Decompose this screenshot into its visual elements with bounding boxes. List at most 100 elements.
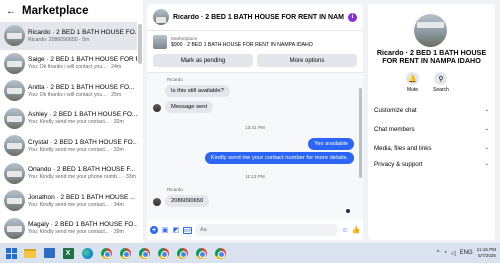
emoji-icon[interactable]: ☺	[341, 226, 349, 234]
menu-item-label: Privacy & support	[374, 160, 423, 168]
conversation-item[interactable]: Ashley · 2 BED 1 BATH HOUSE FO... You: K…	[0, 105, 137, 133]
mark-pending-button[interactable]: Mark as pending	[153, 54, 253, 67]
message-bubble-incoming: Is this still available?	[165, 85, 230, 97]
conversation-sidebar: ← Marketplace Ricardo · 2 BED 1 BATH HOU…	[0, 0, 143, 243]
conversation-item[interactable]: Orlando · 2 BED 1 BATH HOUSE F... You: K…	[0, 160, 137, 188]
message-bubble-outgoing: Kindly send me your contact number for m…	[204, 152, 354, 164]
conversation-item[interactable]: Jonathon · 2 BED 1 BATH HOUSE ... You: K…	[0, 187, 137, 215]
message-bubble-outgoing: Yes available	[308, 138, 354, 150]
start-button[interactable]	[3, 245, 19, 261]
chevron-down-icon: ⌄	[484, 161, 489, 167]
mute-label: Mute	[406, 87, 419, 93]
chrome-icon	[195, 247, 207, 259]
customize-chat-item[interactable]: Customize chat ⌄	[374, 103, 489, 117]
volume-icon[interactable]: ◁	[451, 250, 456, 257]
privacy-support-item[interactable]: Privacy & support ⌄	[374, 157, 489, 171]
system-tray: ^ ◔ ◁ ENG 11:16 PM 5/7/2025	[437, 243, 496, 263]
chevron-down-icon: ⌄	[484, 107, 489, 113]
excel-icon: X	[62, 247, 74, 259]
profile-title: Ricardo · 2 BED 1 BATH HOUSE FOR RENT IN…	[376, 48, 487, 65]
search-action[interactable]: ⚲ Search	[433, 72, 449, 93]
chrome-icon	[214, 247, 226, 259]
avatar	[4, 135, 25, 157]
taskbar-edge[interactable]	[79, 245, 95, 261]
chat-members-item[interactable]: Chat members ⌄	[374, 122, 489, 136]
message-thread: Ricardo Is this still available? Message…	[147, 72, 363, 220]
conversation-item[interactable]: Saige · 2 BED 1 BATH HOUSE FOR R... You:…	[0, 50, 137, 78]
listing-thumbnail[interactable]	[153, 35, 167, 49]
listing-card: Marketplace $900 · 2 BED 1 BATH HOUSE FO…	[147, 31, 363, 67]
taskbar-chrome[interactable]	[117, 245, 133, 261]
conversation-item[interactable]: Crystal · 2 BED 1 BATH HOUSE FO... You: …	[0, 132, 137, 160]
timestamp: 11:13 PM	[245, 174, 265, 179]
search-icon[interactable]: ⚲	[434, 72, 448, 85]
conversation-item[interactable]: Ricardo · 2 BED 1 BATH HOUSE FO... Ricar…	[0, 22, 137, 50]
avatar	[4, 217, 25, 239]
chat-window: Ricardo · 2 BED 1 BATH HOUSE FOR RENT IN…	[147, 4, 363, 240]
folder-icon	[24, 248, 36, 258]
taskbar-chrome[interactable]	[98, 245, 114, 261]
clock[interactable]: 11:16 PM 5/7/2025	[477, 247, 496, 259]
media-files-item[interactable]: Media, files and links ⌄	[374, 141, 489, 155]
conversation-name: Orlando · 2 BED 1 BATH HOUSE F...	[28, 166, 136, 174]
mute-action[interactable]: 🔔 Mute	[406, 72, 419, 93]
conversation-name: Crystal · 2 BED 1 BATH HOUSE FO...	[28, 138, 137, 146]
plus-icon[interactable]: +	[150, 226, 158, 234]
profile-avatar[interactable]	[414, 14, 447, 47]
windows-taskbar: X ^ ◔ ◁ ENG 11:16 PM 5/7/2025	[0, 243, 500, 263]
sticker-icon[interactable]: ◩	[172, 226, 180, 234]
sender-avatar	[153, 198, 161, 206]
conversation-snippet: Ricardo: 2086090650 · 5m	[28, 36, 90, 43]
thumbs-up-icon[interactable]: 👍	[352, 226, 361, 234]
info-icon[interactable]: i	[348, 12, 357, 22]
message-bubble-incoming: Message sent	[165, 101, 214, 113]
taskbar-excel[interactable]: X	[60, 245, 76, 261]
chrome-icon	[138, 247, 150, 259]
windows-logo-icon	[5, 247, 17, 259]
language-indicator[interactable]: ENG	[460, 250, 473, 256]
chevron-down-icon: ⌄	[484, 126, 489, 132]
conversation-item[interactable]: Magaly · 2 BED 1 BATH HOUSE FO... You: K…	[0, 215, 137, 243]
sidebar-scrollbar[interactable]	[138, 24, 142, 64]
taskbar-chrome[interactable]	[174, 245, 190, 261]
taskbar-chrome[interactable]	[193, 245, 209, 261]
sender-avatar	[153, 104, 161, 112]
conversation-name: Saige · 2 BED 1 BATH HOUSE FOR R...	[28, 56, 137, 64]
more-options-button[interactable]: More options	[257, 54, 357, 67]
menu-item-label: Media, files and links	[374, 144, 432, 152]
chat-title[interactable]: Ricardo · 2 BED 1 BATH HOUSE FOR RENT IN…	[173, 14, 344, 21]
conversation-name: Ashley · 2 BED 1 BATH HOUSE FO...	[28, 111, 137, 119]
sender-name: Ricardo	[167, 77, 183, 82]
taskbar-chrome[interactable]	[212, 245, 228, 261]
avatar	[4, 52, 25, 74]
conversation-snippet: You: Kindly send me your contact... · 34…	[28, 201, 124, 208]
edge-icon	[81, 247, 93, 259]
avatar	[4, 107, 25, 129]
back-arrow-icon[interactable]: ←	[6, 6, 16, 17]
conversation-snippet: You: Ok thanks i will contact you... · 2…	[28, 64, 122, 71]
taskbar-chrome[interactable]	[155, 245, 171, 261]
conversation-name: Ricardo · 2 BED 1 BATH HOUSE FO...	[28, 28, 137, 36]
conversation-details-panel: Ricardo · 2 BED 1 BATH HOUSE FOR RENT IN…	[368, 4, 495, 240]
menu-item-label: Customize chat	[374, 106, 417, 114]
chrome-icon	[157, 247, 169, 259]
menu-item-label: Chat members	[374, 125, 415, 133]
conversation-list: Ricardo · 2 BED 1 BATH HOUSE FO... Ricar…	[0, 22, 137, 243]
chevron-up-icon[interactable]: ^	[437, 250, 440, 256]
taskbar-store[interactable]	[41, 245, 57, 261]
network-icon[interactable]: ◔	[443, 250, 447, 256]
message-input[interactable]	[195, 224, 338, 236]
camera-icon[interactable]: ▣	[161, 226, 169, 234]
taskbar-explorer[interactable]	[22, 245, 38, 261]
chat-avatar[interactable]	[153, 9, 169, 25]
conversation-name: Magaly · 2 BED 1 BATH HOUSE FO...	[28, 221, 137, 229]
message-composer: + ▣ ◩ GIF ☺ 👍	[147, 220, 363, 240]
gif-icon[interactable]: GIF	[183, 226, 192, 234]
chat-scrollbar[interactable]	[359, 88, 362, 178]
taskbar-chrome[interactable]	[136, 245, 152, 261]
listing-price[interactable]: $900 · 2 BED 1 BATH HOUSE FOR RENT IN NA…	[171, 42, 313, 48]
bell-icon[interactable]: 🔔	[406, 72, 419, 85]
conversation-item[interactable]: Anitta · 2 BED 1 BATH HOUSE FO... You: O…	[0, 77, 137, 105]
chevron-down-icon: ⌄	[484, 145, 489, 151]
read-receipt-icon	[346, 209, 350, 213]
